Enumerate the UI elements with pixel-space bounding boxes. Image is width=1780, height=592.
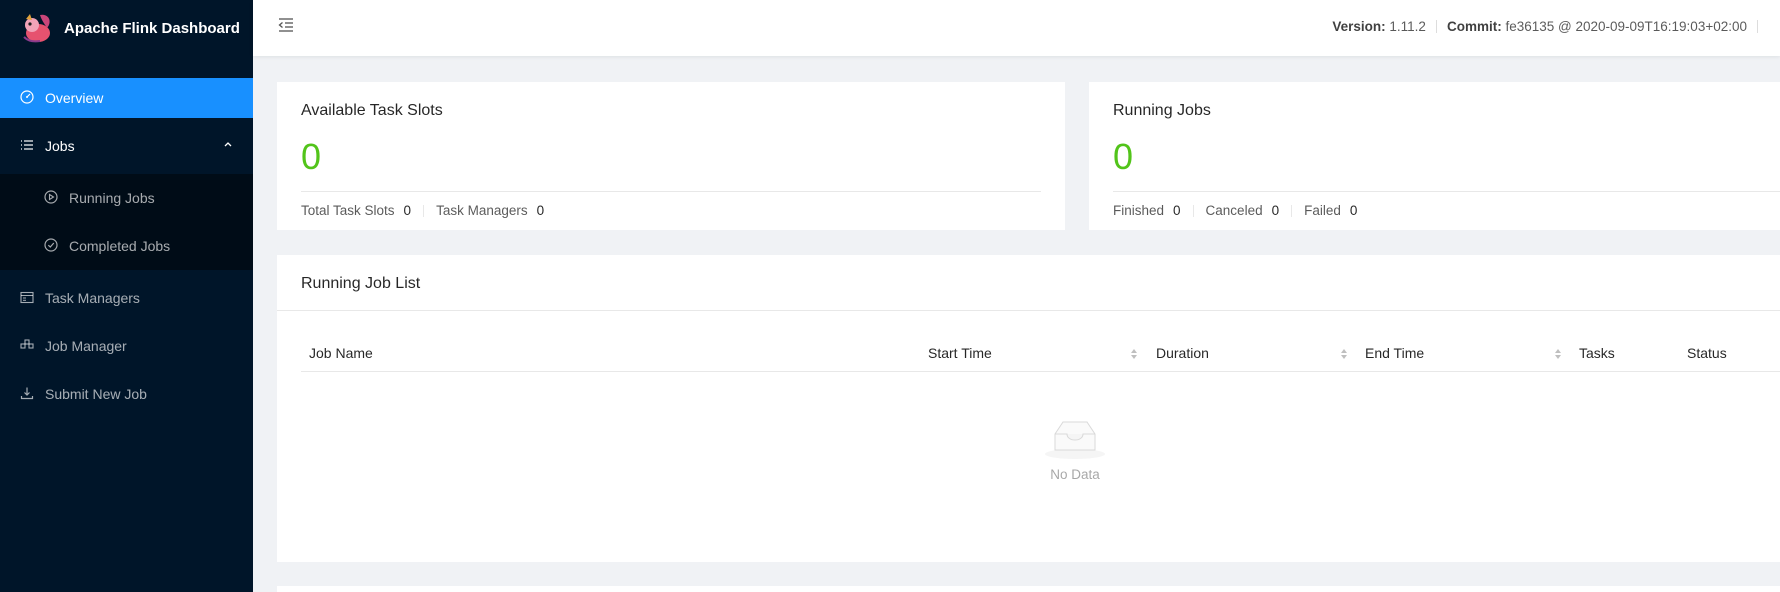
sort-icon[interactable] [1340, 347, 1348, 361]
sidebar-item-label: Job Manager [45, 338, 127, 354]
sidebar-item-submit-new-job[interactable]: Submit New Job [0, 374, 253, 414]
chevron-up-icon [224, 142, 232, 147]
divider [423, 204, 425, 217]
list-icon [20, 138, 36, 154]
divider [1291, 204, 1293, 217]
divider [1113, 191, 1780, 192]
version-info: Version: 1.11.2 Commit: fe36135 @ 2020-0… [1332, 19, 1768, 34]
slots-footer: Total Task Slots 0 Task Managers 0 [301, 203, 544, 218]
task-slots-card: Available Task Slots 0 Total Task Slots … [277, 82, 1065, 230]
failed-label: Failed [1304, 203, 1341, 218]
total-slots-label: Total Task Slots [301, 203, 395, 218]
sidebar-item-label: Task Managers [45, 290, 140, 306]
finished-value: 0 [1173, 203, 1181, 218]
menu-fold-icon[interactable] [277, 16, 295, 34]
running-jobs-count: 0 [1113, 136, 1134, 177]
sidebar-item-overview[interactable]: Overview [0, 78, 253, 118]
column-job-name[interactable]: Job Name [309, 345, 373, 361]
sidebar-item-label: Overview [45, 90, 104, 106]
divider [1757, 20, 1758, 33]
column-status: Status [1687, 345, 1727, 361]
sort-icon[interactable] [1130, 347, 1138, 361]
jobs-submenu: Running Jobs Completed Jobs [0, 174, 253, 270]
canceled-label: Canceled [1205, 203, 1263, 218]
canceled-value: 0 [1271, 203, 1280, 218]
sidebar: Apache Flink Dashboard Overview Jobs Run… [0, 0, 253, 592]
commit-value: fe36135 @ 2020-09-09T16:19:03+02:00 [1505, 19, 1747, 34]
check-circle-icon [44, 238, 60, 254]
failed-value: 0 [1349, 203, 1358, 218]
card-title: Available Task Slots [301, 102, 443, 119]
card-title: Running Job List [301, 275, 421, 292]
sidebar-menu: Overview Jobs Running Jobs Completed Job… [0, 78, 253, 414]
divider [277, 310, 1780, 311]
divider [1192, 204, 1194, 217]
column-tasks: Tasks [1579, 345, 1615, 361]
column-duration[interactable]: Duration [1156, 345, 1209, 361]
cluster-icon [20, 338, 36, 354]
divider [301, 191, 1041, 192]
finished-label: Finished [1113, 203, 1165, 218]
running-job-list-card: Running Job List [277, 255, 1780, 562]
sidebar-item-running-jobs[interactable]: Running Jobs [0, 178, 253, 218]
empty-state: No Data [1040, 416, 1110, 482]
flink-squirrel-icon [23, 14, 50, 43]
logo[interactable]: Apache Flink Dashboard [0, 0, 253, 56]
table-header-border [301, 371, 1780, 372]
column-end-time[interactable]: End Time [1365, 345, 1424, 361]
sidebar-item-task-managers[interactable]: Task Managers [0, 278, 253, 318]
sidebar-item-label: Jobs [45, 138, 75, 154]
version-label: Version: [1332, 19, 1386, 34]
sidebar-item-completed-jobs[interactable]: Completed Jobs [0, 226, 253, 266]
task-managers-value: 0 [536, 203, 545, 218]
empty-text: No Data [1050, 467, 1100, 482]
sort-icon[interactable] [1554, 347, 1562, 361]
sidebar-item-jobs[interactable]: Jobs [0, 126, 253, 166]
dashboard-icon [20, 90, 36, 106]
top-header: Version: 1.11.2 Commit: fe36135 @ 2020-0… [253, 0, 1780, 56]
jobs-footer: Finished 0 Canceled 0 Failed 0 [1113, 203, 1357, 218]
app-title: Apache Flink Dashboard [64, 19, 240, 37]
sidebar-item-label: Submit New Job [45, 386, 147, 402]
schedule-icon [20, 290, 36, 306]
sidebar-item-job-manager[interactable]: Job Manager [0, 326, 253, 366]
play-circle-icon [44, 190, 60, 206]
sidebar-item-label: Running Jobs [69, 190, 155, 206]
commit-label: Commit: [1446, 19, 1502, 34]
card-title: Running Jobs [1113, 102, 1211, 119]
sidebar-item-label: Completed Jobs [69, 238, 171, 254]
column-start-time[interactable]: Start Time [928, 345, 992, 361]
version-value: 1.11.2 [1389, 19, 1426, 34]
running-jobs-card: Running Jobs 0 Finished 0 Canceled 0 Fai… [1089, 82, 1780, 230]
available-slots-count: 0 [301, 136, 322, 177]
next-card-edge [277, 586, 1780, 592]
divider [1435, 20, 1437, 33]
total-slots-value: 0 [403, 203, 412, 218]
task-managers-label: Task Managers [436, 203, 528, 218]
upload-icon [20, 386, 36, 402]
empty-inbox-icon [1045, 421, 1105, 459]
